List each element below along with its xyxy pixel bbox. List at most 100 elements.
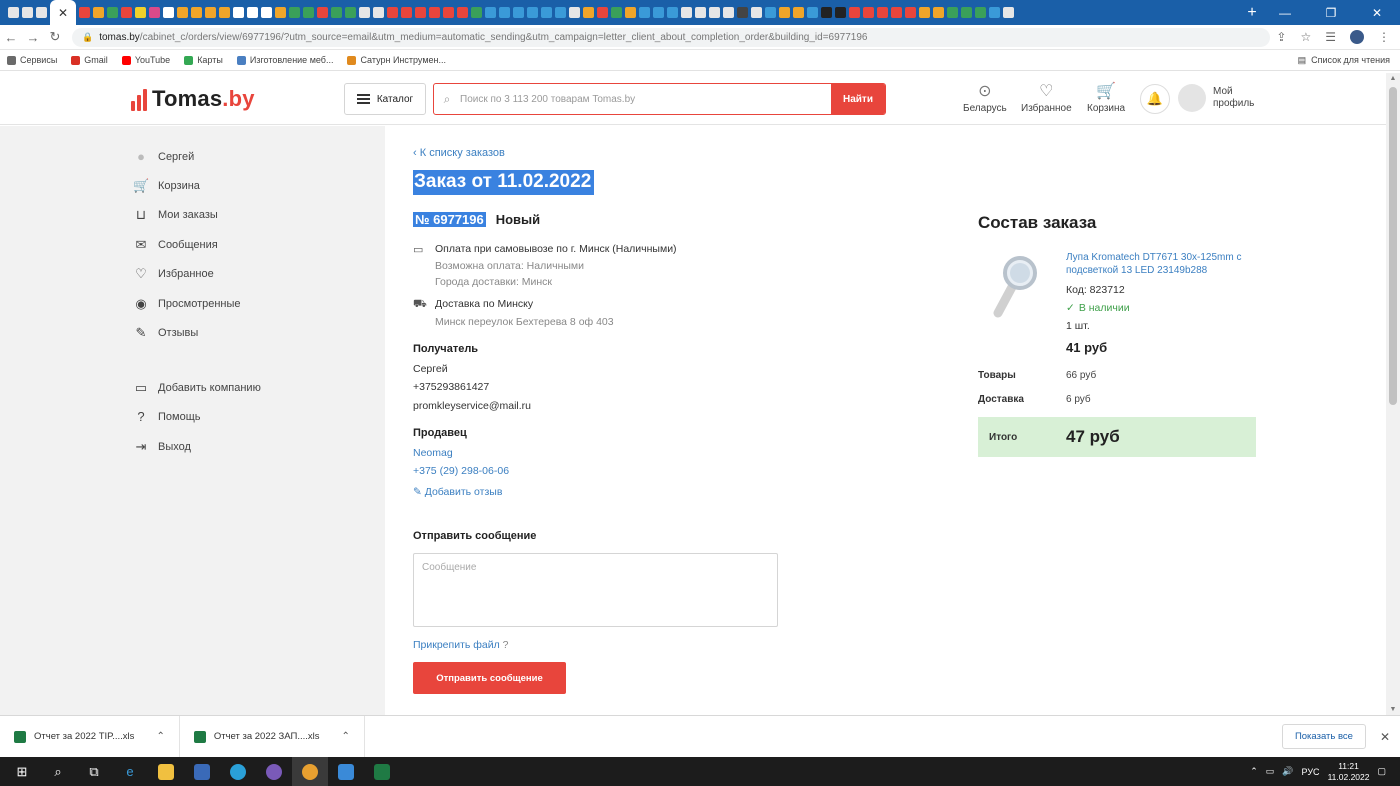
sidebar-item-favorites[interactable]: ♡ Избранное [133,266,214,282]
sidebar-item-reviews[interactable]: ✎ Отзывы [133,325,199,341]
tab-favicon[interactable] [751,7,762,18]
chevron-up-icon[interactable]: ⌃ [342,731,350,742]
sidebar-item-orders[interactable]: ⊔ Мои заказы [133,207,218,223]
tab-favicon[interactable] [527,7,538,18]
bookmark-item[interactable]: YouTube [115,55,177,65]
bookmark-item[interactable]: Сатурн Инструмен... [340,55,453,65]
tab-favicon[interactable] [863,7,874,18]
bookmark-item[interactable]: Карты [177,55,230,65]
tab-favicon[interactable] [905,7,916,18]
tab-favicon[interactable] [625,7,636,18]
minimize-button[interactable]: — [1262,6,1308,20]
tab-favicon[interactable] [989,7,1000,18]
tab-favicon[interactable] [541,7,552,18]
tab-favicon[interactable] [261,7,272,18]
tab-favicon[interactable] [373,7,384,18]
clock[interactable]: 11:21 11.02.2022 [1328,761,1370,783]
tab-favicon[interactable] [583,7,594,18]
close-downloads-icon[interactable]: ✕ [1380,730,1390,744]
tab-favicon[interactable] [765,7,776,18]
sidebar-item-logout[interactable]: ⇥ Выход [133,439,191,455]
tab-favicon[interactable] [331,7,342,18]
tab-favicon[interactable] [345,7,356,18]
tab-favicon[interactable] [233,7,244,18]
tab-favicon[interactable] [555,7,566,18]
sidebar-item-cart[interactable]: 🛒 Корзина [133,178,200,194]
tab-favicon[interactable] [289,7,300,18]
tab-favicon[interactable] [681,7,692,18]
tab-favicon[interactable] [219,7,230,18]
search-input[interactable] [460,84,831,114]
notifications-bell-icon[interactable]: 🔔 [1140,84,1170,114]
tab-favicon[interactable] [807,7,818,18]
tab-favicon[interactable] [849,7,860,18]
tab-favicon[interactable] [793,7,804,18]
remote-desktop-icon[interactable] [328,757,364,786]
tab-favicon[interactable] [177,7,188,18]
notifications-icon[interactable]: ▢ [1377,766,1386,777]
tab-favicon[interactable] [205,7,216,18]
tab-favicon[interactable] [513,7,524,18]
volume-icon[interactable]: 🔊 [1282,766,1293,777]
profile-link[interactable]: Мой профиль [1178,84,1254,112]
catalog-button[interactable]: Каталог [344,83,426,115]
forward-arrow-icon[interactable]: → [22,30,44,45]
tab-favicon[interactable] [303,7,314,18]
tab-favicon[interactable] [499,7,510,18]
task-view-icon[interactable]: ⧉ [76,757,112,786]
tab-favicon[interactable] [695,7,706,18]
search-icon[interactable]: ⌕ [40,757,76,786]
tab-favicon[interactable] [723,7,734,18]
tab-favicon[interactable] [877,7,888,18]
page-scrollbar[interactable]: ▲ ▼ [1386,73,1400,715]
message-input[interactable] [413,553,778,627]
tray-chevron-up-icon[interactable]: ⌃ [1250,766,1258,777]
tab-favicon[interactable] [443,7,454,18]
telegram-icon[interactable] [220,757,256,786]
download-item[interactable]: Отчет за 2022 TIP....xls ⌃ [0,715,180,758]
tab-favicon[interactable] [247,7,258,18]
tab-favicon[interactable] [317,7,328,18]
download-item[interactable]: Отчет за 2022 ЗАП....xls ⌃ [180,715,365,758]
tab-favicon[interactable] [611,7,622,18]
tab-favicon[interactable] [709,7,720,18]
tab-favicon[interactable] [471,7,482,18]
tab-favicon[interactable] [597,7,608,18]
tab-favicon[interactable] [891,7,902,18]
tab-favicon[interactable] [8,7,19,18]
sidebar-item-user[interactable]: ● Сергей [133,149,194,164]
region-selector[interactable]: ⊙ Беларусь [963,83,1007,114]
viber-icon[interactable] [256,757,292,786]
chevron-up-icon[interactable]: ⌃ [156,731,164,742]
reading-mode-icon[interactable]: ☰ [1325,30,1336,44]
tab-favicon[interactable] [667,7,678,18]
seller-name-link[interactable]: Neomag [413,447,453,459]
reading-list-button[interactable]: ▤ Список для чтения [1291,55,1400,66]
windows-start-icon[interactable]: ⊞ [4,757,40,786]
tab-favicon[interactable] [569,7,580,18]
tab-favicon[interactable] [36,7,47,18]
tab-favicon[interactable] [933,7,944,18]
url-field[interactable]: 🔒 tomas.by/cabinet_c/orders/view/6977196… [72,27,1271,47]
tab-close-icon[interactable]: ✕ [58,6,68,20]
tab-favicon[interactable] [835,7,846,18]
show-all-downloads-button[interactable]: Показать все [1281,724,1366,749]
tab-favicon[interactable] [191,7,202,18]
share-icon[interactable]: ⇪ [1276,30,1286,44]
tab-favicon[interactable] [653,7,664,18]
excel-icon[interactable] [364,757,400,786]
attach-file-link[interactable]: Прикрепить файл ? [413,639,509,651]
cart-link[interactable]: 🛒 Корзина [1087,83,1125,114]
tab-favicon[interactable] [961,7,972,18]
language-indicator[interactable]: РУС [1302,767,1320,777]
active-tab[interactable]: ✕ [50,0,76,25]
browser-menu-icon[interactable]: ⋮ [1378,30,1390,44]
back-to-orders-link[interactable]: ‹ К списку заказов [413,147,505,159]
tab-favicon[interactable] [639,7,650,18]
add-review-link[interactable]: ✎ Добавить отзыв [413,486,502,498]
scroll-down-icon[interactable]: ▼ [1386,706,1400,713]
bookmark-item[interactable]: Изготовление меб... [230,55,341,65]
tab-favicon[interactable] [415,7,426,18]
maximize-button[interactable]: ❐ [1308,6,1354,20]
tab-favicon[interactable] [107,7,118,18]
